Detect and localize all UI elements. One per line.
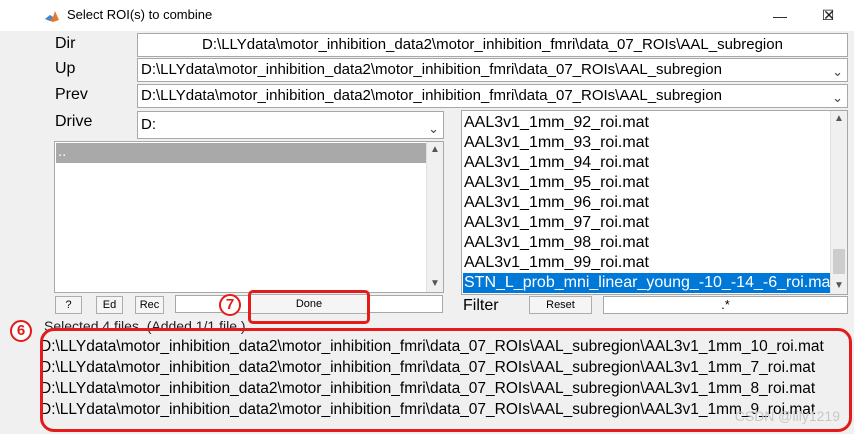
file-item[interactable]: AAL3v1_1mm_99_roi.mat (463, 253, 831, 273)
window-title: Select ROI(s) to combine (67, 7, 213, 22)
scroll-thumb[interactable] (833, 249, 845, 274)
file-item[interactable]: AAL3v1_1mm_93_roi.mat (463, 133, 831, 153)
up-dropdown[interactable]: D:\LLYdata\motor_inhibition_data2\motor_… (137, 58, 848, 82)
directory-item-parent[interactable]: .. (56, 143, 426, 163)
help-button[interactable]: ? (55, 296, 82, 314)
reset-button[interactable]: Reset (529, 296, 592, 314)
annotation-box-done (248, 290, 370, 324)
watermark: CSDN @lily1219 (734, 408, 840, 424)
filter-input[interactable]: .* (603, 296, 848, 314)
scroll-up-icon[interactable]: ▲ (831, 111, 847, 127)
up-value: D:\LLYdata\motor_inhibition_data2\motor_… (141, 61, 722, 78)
directory-list[interactable]: .. ▲ ▼ (54, 141, 444, 293)
scroll-up-icon[interactable]: ▲ (427, 142, 443, 158)
file-item[interactable]: AAL3v1_1mm_98_roi.mat (463, 233, 831, 253)
minimize-button[interactable]: — (763, 0, 797, 31)
directory-scrollbar[interactable]: ▲ ▼ (426, 142, 443, 292)
prev-label: Prev (55, 86, 88, 103)
file-item[interactable]: AAL3v1_1mm_97_roi.mat (463, 213, 831, 233)
filter-label: Filter (463, 297, 499, 314)
maximize-button[interactable]: ☐ (811, 0, 845, 31)
file-item[interactable]: AAL3v1_1mm_94_roi.mat (463, 153, 831, 173)
dir-field[interactable]: D:\LLYdata\motor_inhibition_data2\motor_… (137, 33, 848, 57)
file-item[interactable]: AAL3v1_1mm_92_roi.mat (463, 113, 831, 133)
chevron-down-icon: ⌄ (428, 121, 439, 136)
drive-value: D: (141, 116, 156, 133)
prev-dropdown[interactable]: D:\LLYdata\motor_inhibition_data2\motor_… (137, 84, 848, 108)
file-item-selected[interactable]: STN_L_prob_mni_linear_young_-10_-14_-6_r… (463, 273, 831, 293)
scroll-down-icon[interactable]: ▼ (427, 276, 443, 292)
drive-dropdown[interactable]: D: ⌄ (137, 111, 444, 139)
maximize-icon: ☐ (821, 7, 835, 23)
chevron-down-icon: ⌄ (832, 64, 843, 79)
rec-button[interactable]: Rec (135, 296, 164, 314)
title-bar: Select ROI(s) to combine — ✕ (0, 0, 854, 31)
file-item[interactable]: AAL3v1_1mm_96_roi.mat (463, 193, 831, 213)
annotation-box-results (40, 328, 852, 432)
scroll-down-icon[interactable]: ▼ (831, 278, 847, 294)
dir-label: Dir (55, 35, 76, 52)
drive-label: Drive (55, 113, 93, 130)
edit-button[interactable]: Ed (96, 296, 123, 314)
prev-value: D:\LLYdata\motor_inhibition_data2\motor_… (141, 87, 722, 104)
minimize-icon: — (773, 7, 787, 24)
annotation-badge-7: 7 (219, 294, 241, 316)
up-label: Up (55, 60, 76, 77)
file-list-scrollbar[interactable]: ▲ ▼ (830, 111, 847, 294)
file-list[interactable]: AAL3v1_1mm_92_roi.mat AAL3v1_1mm_93_roi.m… (461, 110, 848, 295)
matlab-icon (44, 8, 60, 24)
annotation-badge-6: 6 (10, 320, 32, 342)
file-item[interactable]: AAL3v1_1mm_95_roi.mat (463, 173, 831, 193)
chevron-down-icon: ⌄ (832, 90, 843, 105)
